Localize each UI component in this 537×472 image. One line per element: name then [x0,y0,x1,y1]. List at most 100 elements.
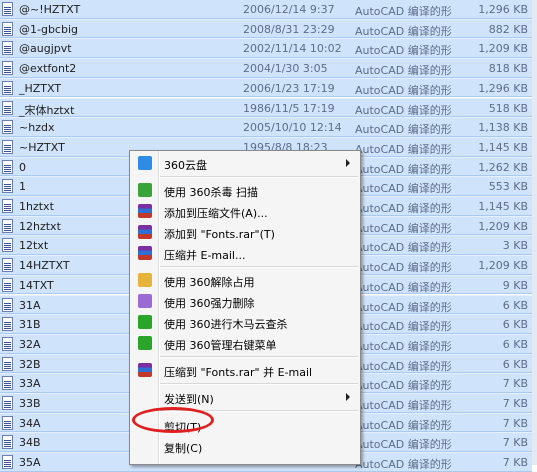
file-size: 7 KB [502,456,528,470]
file-type: AutoCAD 编译的形 [355,280,452,294]
context-menu: 360云盘 使用 360杀毒 扫描 添加到压缩文件(A)... 添加到 "Fon… [129,150,361,465]
file-size: 6 KB [502,357,528,371]
file-size: 7 KB [502,377,528,391]
menu-item-360-force-delete[interactable]: 使用 360强力删除 [132,291,358,312]
menu-item-add-archive[interactable]: 添加到压缩文件(A)... [132,201,358,222]
file-icon [2,199,13,213]
settings-icon [138,336,152,350]
menu-item-360-cloud[interactable]: 360云盘 [132,153,358,174]
file-type: AutoCAD 编译的形 [355,359,452,373]
menu-item-360-scan[interactable]: 使用 360杀毒 扫描 [132,180,358,201]
menu-item-label: 压缩到 "Fonts.rar" 并 E-mail [164,366,313,379]
menu-item-label: 剪切(T) [164,421,202,434]
file-size: 3 KB [502,239,528,253]
file-name: 14TXT [19,278,54,292]
file-size: 882 KB [488,22,528,36]
file-icon [2,61,13,76]
file-icon [2,120,13,135]
file-name: @~!HZTXT [19,3,81,16]
file-name: 33A [19,377,41,391]
file-icon [2,238,13,253]
file-name: 34B [19,436,41,450]
file-size: 518 KB [488,101,528,115]
menu-item-copy[interactable]: 复制(C) [132,436,358,457]
file-row[interactable]: _HZTXT 2006/1/23 17:19 AutoCAD 编译的形 1,296 K… [0,77,532,98]
file-name: ~HZTXT [19,140,65,154]
menu-item-360-manage-menu[interactable]: 使用 360管理右键菜单 [132,333,358,354]
menu-separator [160,266,358,268]
shield-icon [138,183,152,197]
menu-separator [160,176,358,178]
file-icon [2,139,13,154]
menu-item-send-to[interactable]: 发送到(N) [132,387,358,408]
submenu-arrow-icon [346,393,350,401]
file-date: 2004/1/30 3:05 [243,62,328,76]
file-type: AutoCAD 编译的形 [355,5,452,18]
shredder-icon [138,294,152,308]
menu-item-add-fonts-rar[interactable]: 添加到 "Fonts.rar"(T) [132,222,358,243]
menu-separator [160,410,358,412]
file-name: 35A [19,456,41,470]
file-row[interactable]: @augjpvt 2002/11/14 10:02 AutoCAD 编译的形 1,20… [0,38,532,59]
menu-item-compress-email[interactable]: 压缩并 E-mail... [132,243,358,264]
file-name: 32B [19,357,41,371]
file-size: 1,138 KB [478,121,528,135]
file-date: 2002/11/14 10:02 [243,42,342,56]
file-type: AutoCAD 编译的形 [355,202,452,215]
file-row[interactable]: _宋体hztxt 1986/11/5 17:19 AutoCAD 编译的形 518 K… [0,97,532,118]
file-name: 34A [19,416,41,430]
file-row[interactable]: @1-gbcbig 2008/8/31 23:29 AutoCAD 编译的形 882 … [0,18,532,39]
file-icon [2,415,13,430]
winrar-icon [138,204,152,218]
file-size: 9 KB [502,278,528,292]
file-type: AutoCAD 编译的形 [355,300,452,314]
file-name: ~hzdx [19,121,55,135]
file-size: 6 KB [502,318,528,332]
file-icon [2,317,13,332]
menu-item-label: 添加到 "Fonts.rar"(T) [164,228,275,241]
file-icon [2,455,13,470]
file-name: 1 [19,180,26,194]
file-name: _宋体hztxt [19,103,75,117]
file-icon [2,277,13,292]
file-name: 14HZTXT [19,259,70,273]
menu-item-360-unlock[interactable]: 使用 360解除占用 [132,270,358,291]
vertical-scrollbar[interactable] [532,0,537,465]
file-icon [2,80,13,95]
file-icon [2,100,13,115]
file-size: 1,209 KB [478,259,528,273]
file-size: 7 KB [502,416,528,430]
file-name: 31A [19,298,41,312]
menu-item-360-trojan-scan[interactable]: 使用 360进行木马云查杀 [132,312,358,333]
menu-item-label: 压缩并 E-mail... [164,249,246,262]
file-date: 1986/11/5 17:19 [243,101,335,115]
file-icon [2,376,13,391]
menu-item-label: 复制(C) [164,442,203,455]
menu-item-label: 使用 360解除占用 [164,276,255,289]
file-size: 818 KB [488,62,528,76]
file-type: AutoCAD 编译的形 [355,142,452,156]
file-name: 33B [19,397,41,410]
file-type: AutoCAD 编译的形 [355,320,452,334]
file-name: @1-gbcbig [19,22,79,36]
file-row[interactable]: ~hzdx 2005/10/10 12:14 AutoCAD 编译的形 1,138 K… [0,117,532,137]
menu-item-label: 使用 360强力删除 [164,297,255,310]
unlock-icon [138,273,152,287]
file-type: AutoCAD 编译的形 [355,24,452,38]
menu-item-cut[interactable]: 剪切(T) [132,415,358,436]
menu-item-label: 发送到(N) [164,393,214,406]
menu-item-compress-fonts-email[interactable]: 压缩到 "Fonts.rar" 并 E-mail [132,360,358,381]
file-size: 1,296 KB [478,3,528,16]
file-row[interactable]: @extfont2 2004/1/30 3:05 AutoCAD 编译的形 818 K… [0,58,532,78]
file-row[interactable]: @~!HZTXT 2006/12/14 9:37 AutoCAD 编译的形 1,296… [0,0,532,19]
file-icon [2,41,13,56]
file-size: 7 KB [502,436,528,450]
menu-item-label: 使用 360管理右键菜单 [164,339,277,352]
file-type: AutoCAD 编译的形 [355,379,452,393]
file-type: AutoCAD 编译的形 [355,221,452,235]
file-icon [2,2,13,16]
file-date: 2006/12/14 9:37 [243,3,335,16]
file-name: 1hztxt [19,200,54,213]
file-type: AutoCAD 编译的形 [355,103,452,117]
file-type: AutoCAD 编译的形 [355,64,452,78]
